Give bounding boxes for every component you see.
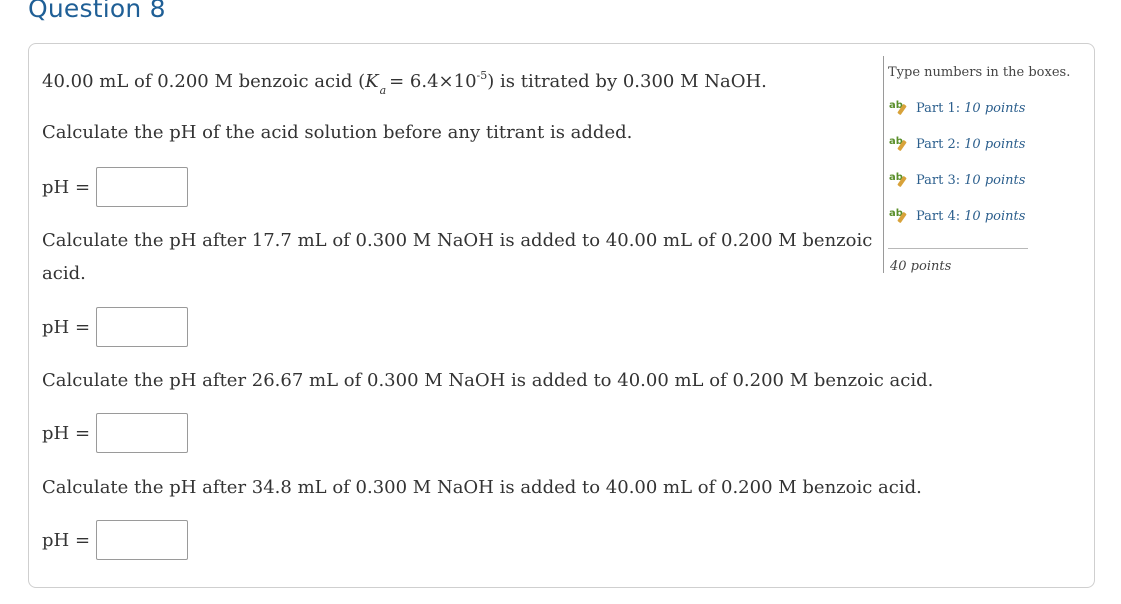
- question-title: Question 8: [28, 0, 166, 23]
- part1-ph-input[interactable]: [96, 167, 189, 207]
- part3-answer-row: pH =: [42, 413, 189, 453]
- part2-prompt-line2: acid.: [42, 263, 86, 284]
- ka-value: = 6.4×10: [389, 71, 477, 92]
- question-intro: 40.00 mL of 0.200 M benzoic acid (Ka = 6.…: [42, 69, 767, 97]
- part4-prompt: Calculate the pH after 34.8 mL of 0.300 …: [42, 477, 922, 498]
- part2-ph-label: pH =: [42, 316, 91, 338]
- ab-pencil-icon: ab: [889, 172, 909, 188]
- sidebar-part-points: 10 points: [964, 173, 1026, 188]
- sidebar-part-points: 10 points: [964, 137, 1026, 152]
- part1-prompt: Calculate the pH of the acid solution be…: [42, 122, 633, 143]
- intro-text-start: 40.00 mL of 0.200 M benzoic acid (: [42, 71, 366, 92]
- sidebar-part-label: Part 4:: [916, 209, 961, 224]
- sidebar-item-part1[interactable]: ab Part 1: 10 points: [889, 100, 1026, 117]
- part2-ph-input[interactable]: [96, 307, 189, 347]
- ab-pencil-icon: ab: [889, 208, 909, 224]
- sidebar-part-label: Part 2:: [916, 137, 961, 152]
- sidebar-total-points: 40 points: [890, 259, 952, 274]
- sidebar-part-label: Part 1:: [916, 101, 961, 116]
- ka-exponent: -5: [476, 69, 488, 82]
- part1-answer-row: pH =: [42, 167, 189, 207]
- ab-pencil-icon: ab: [889, 136, 909, 152]
- sidebar-item-part3[interactable]: ab Part 3: 10 points: [889, 172, 1026, 189]
- sidebar-part-points: 10 points: [964, 209, 1026, 224]
- part2-answer-row: pH =: [42, 307, 189, 347]
- part2-prompt-line1: Calculate the pH after 17.7 mL of 0.300 …: [42, 230, 873, 251]
- sidebar-divider: [888, 248, 1028, 249]
- part4-ph-input[interactable]: [96, 520, 189, 560]
- part3-ph-input[interactable]: [96, 413, 189, 453]
- question-card: 40.00 mL of 0.200 M benzoic acid (Ka = 6.…: [28, 43, 1095, 588]
- sidebar-instructions: Type numbers in the boxes.: [888, 65, 1071, 80]
- part4-ph-label: pH =: [42, 529, 91, 551]
- part3-prompt: Calculate the pH after 26.67 mL of 0.300…: [42, 370, 934, 391]
- sidebar-item-part2[interactable]: ab Part 2: 10 points: [889, 136, 1026, 153]
- intro-text-end: ) is titrated by 0.300 M NaOH.: [487, 71, 767, 92]
- part4-answer-row: pH =: [42, 520, 189, 560]
- part1-ph-label: pH =: [42, 176, 91, 198]
- sidebar-item-part4[interactable]: ab Part 4: 10 points: [889, 208, 1026, 225]
- part3-ph-label: pH =: [42, 422, 91, 444]
- ab-pencil-icon: ab: [889, 100, 909, 116]
- sidebar-part-points: 10 points: [964, 101, 1026, 116]
- ka-symbol: K: [365, 71, 379, 92]
- points-sidebar: Type numbers in the boxes. ab Part 1: 10 …: [883, 56, 1094, 274]
- sidebar-part-label: Part 3:: [916, 173, 961, 188]
- ka-subscript: a: [379, 84, 387, 97]
